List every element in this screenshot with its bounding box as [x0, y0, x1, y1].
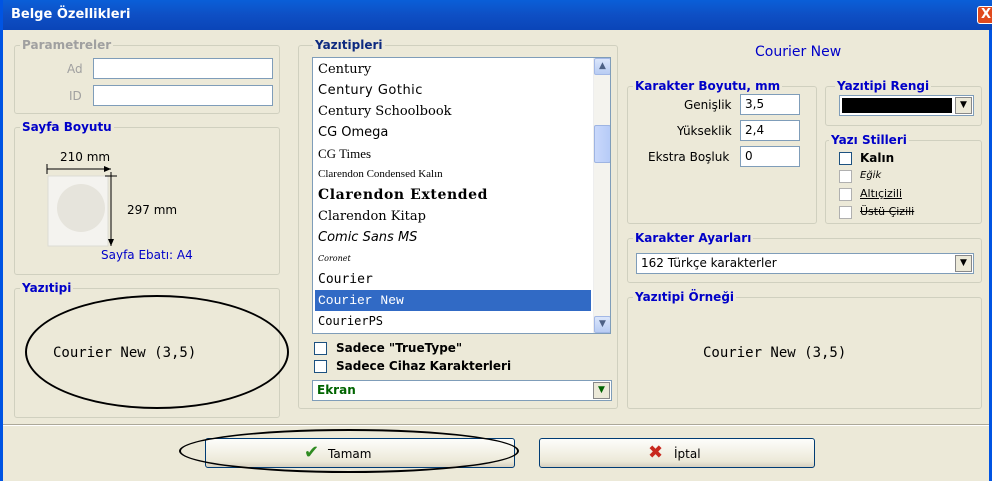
dialog-window: Belge Özellikleri X Parametreler Ad ID S…	[0, 0, 992, 481]
yukseklik-field[interactable]: 2,4	[740, 120, 800, 141]
underline-label: Altıçizili	[860, 187, 902, 200]
device-fonts-label: Sadece Cihaz Karakterleri	[336, 359, 512, 373]
page-size-diagram	[46, 164, 117, 247]
cross-icon: ✖	[648, 442, 664, 463]
strike-label: Üstü Çizili	[860, 205, 915, 218]
scroll-up-button[interactable]: ▲	[594, 58, 610, 75]
page-height-label: 297 mm	[127, 203, 178, 217]
font-item-cg-times[interactable]: CG Times	[315, 143, 591, 164]
font-item-clarendon-extended[interactable]: Clarendon Extended	[315, 185, 591, 206]
id-label: ID	[69, 89, 82, 103]
font-name-label: Courier New	[755, 44, 842, 60]
font-item-comic-sans[interactable]: Comic Sans MS	[315, 227, 591, 248]
parametreler-legend: Parametreler	[20, 38, 114, 52]
ornek-sample-text: Courier New (3,5)	[703, 345, 847, 361]
yazitipi-rengi-legend: Yazıtipi Rengi	[835, 79, 932, 93]
title-bar[interactable]: Belge Özellikleri X	[3, 0, 992, 30]
truetype-checkbox[interactable]	[314, 342, 327, 355]
strike-checkbox[interactable]	[839, 206, 852, 219]
close-button[interactable]: X	[977, 6, 992, 24]
chevron-down-icon[interactable]: ▼	[955, 255, 972, 272]
bosluk-label: Ekstra Boşluk	[648, 150, 730, 164]
font-item-clarendon-condensed[interactable]: Clarendon Condensed Kalın	[315, 164, 591, 185]
bosluk-field[interactable]: 0	[740, 146, 800, 167]
page-ebat-label: Sayfa Ebatı: A4	[101, 248, 193, 262]
genislik-label: Genişlik	[684, 98, 732, 112]
cancel-button-label: İptal	[674, 447, 701, 461]
font-item-coronet[interactable]: Coronet	[315, 248, 591, 269]
scroll-thumb[interactable]	[594, 125, 610, 163]
font-color-swatch	[842, 98, 952, 113]
sayfa-boyutu-legend: Sayfa Boyutu	[20, 120, 114, 134]
font-item-courier-new[interactable]: Courier New	[315, 290, 591, 311]
genislik-field[interactable]: 3,5	[740, 94, 800, 115]
karakter-ayarlari-legend: Karakter Ayarları	[633, 231, 754, 245]
font-item-century-schoolbook[interactable]: Century Schoolbook	[315, 101, 591, 122]
yazi-stilleri-legend: Yazı Stilleri	[829, 133, 909, 147]
underline-checkbox[interactable]	[839, 188, 852, 201]
ad-field[interactable]	[93, 58, 273, 79]
cancel-button[interactable]: ✖ İptal	[539, 438, 815, 468]
charset-select-value: 162 Türkçe karakterler	[641, 256, 777, 270]
font-color-select[interactable]: ▼	[839, 95, 974, 116]
scroll-down-button[interactable]: ▼	[594, 316, 610, 333]
id-field[interactable]	[93, 85, 273, 106]
ad-label: Ad	[67, 62, 83, 76]
charset-select[interactable]: 162 Türkçe karakterler ▼	[636, 253, 974, 274]
yukseklik-label: Yükseklik	[677, 124, 732, 138]
font-item-century-gothic[interactable]: Century Gothic	[315, 80, 591, 101]
italic-checkbox[interactable]	[839, 170, 852, 183]
yazitipi-preview-legend: Yazıtipi	[20, 281, 74, 295]
truetype-label: Sadece "TrueType"	[336, 341, 463, 355]
font-item-clarendon-kitap[interactable]: Clarendon Kitap	[315, 206, 591, 227]
chevron-down-icon[interactable]: ▼	[955, 97, 972, 114]
font-listbox[interactable]: Century Century Gothic Century Schoolboo…	[312, 57, 611, 334]
bold-label: Kalın	[860, 151, 895, 165]
preview-sample-text: Courier New (3,5)	[53, 345, 197, 361]
chevron-down-icon[interactable]: ▼	[593, 382, 610, 399]
button-divider	[3, 424, 989, 426]
device-fonts-checkbox[interactable]	[314, 360, 327, 373]
ornek-legend: Yazıtipi Örneği	[633, 290, 737, 304]
italic-label: Eğik	[860, 170, 882, 181]
bold-checkbox[interactable]	[839, 152, 852, 165]
target-select[interactable]: Ekran ▼	[312, 380, 612, 401]
font-list-scrollbar[interactable]: ▲ ▼	[593, 58, 610, 333]
font-item-cg-omega[interactable]: CG Omega	[315, 122, 591, 143]
target-select-value: Ekran	[317, 383, 356, 397]
window-title: Belge Özellikleri	[11, 7, 131, 22]
font-item-courier[interactable]: Courier	[315, 269, 591, 290]
font-item-century[interactable]: Century	[315, 59, 591, 80]
karakter-boyutu-legend: Karakter Boyutu, mm	[633, 79, 783, 93]
ok-button[interactable]: ✔ Tamam	[205, 438, 515, 468]
ok-button-label: Tamam	[328, 447, 372, 461]
font-item-courierps[interactable]: CourierPS	[315, 311, 591, 332]
yazitipleri-legend: Yazıtipleri	[313, 38, 385, 52]
check-icon: ✔	[304, 442, 320, 463]
